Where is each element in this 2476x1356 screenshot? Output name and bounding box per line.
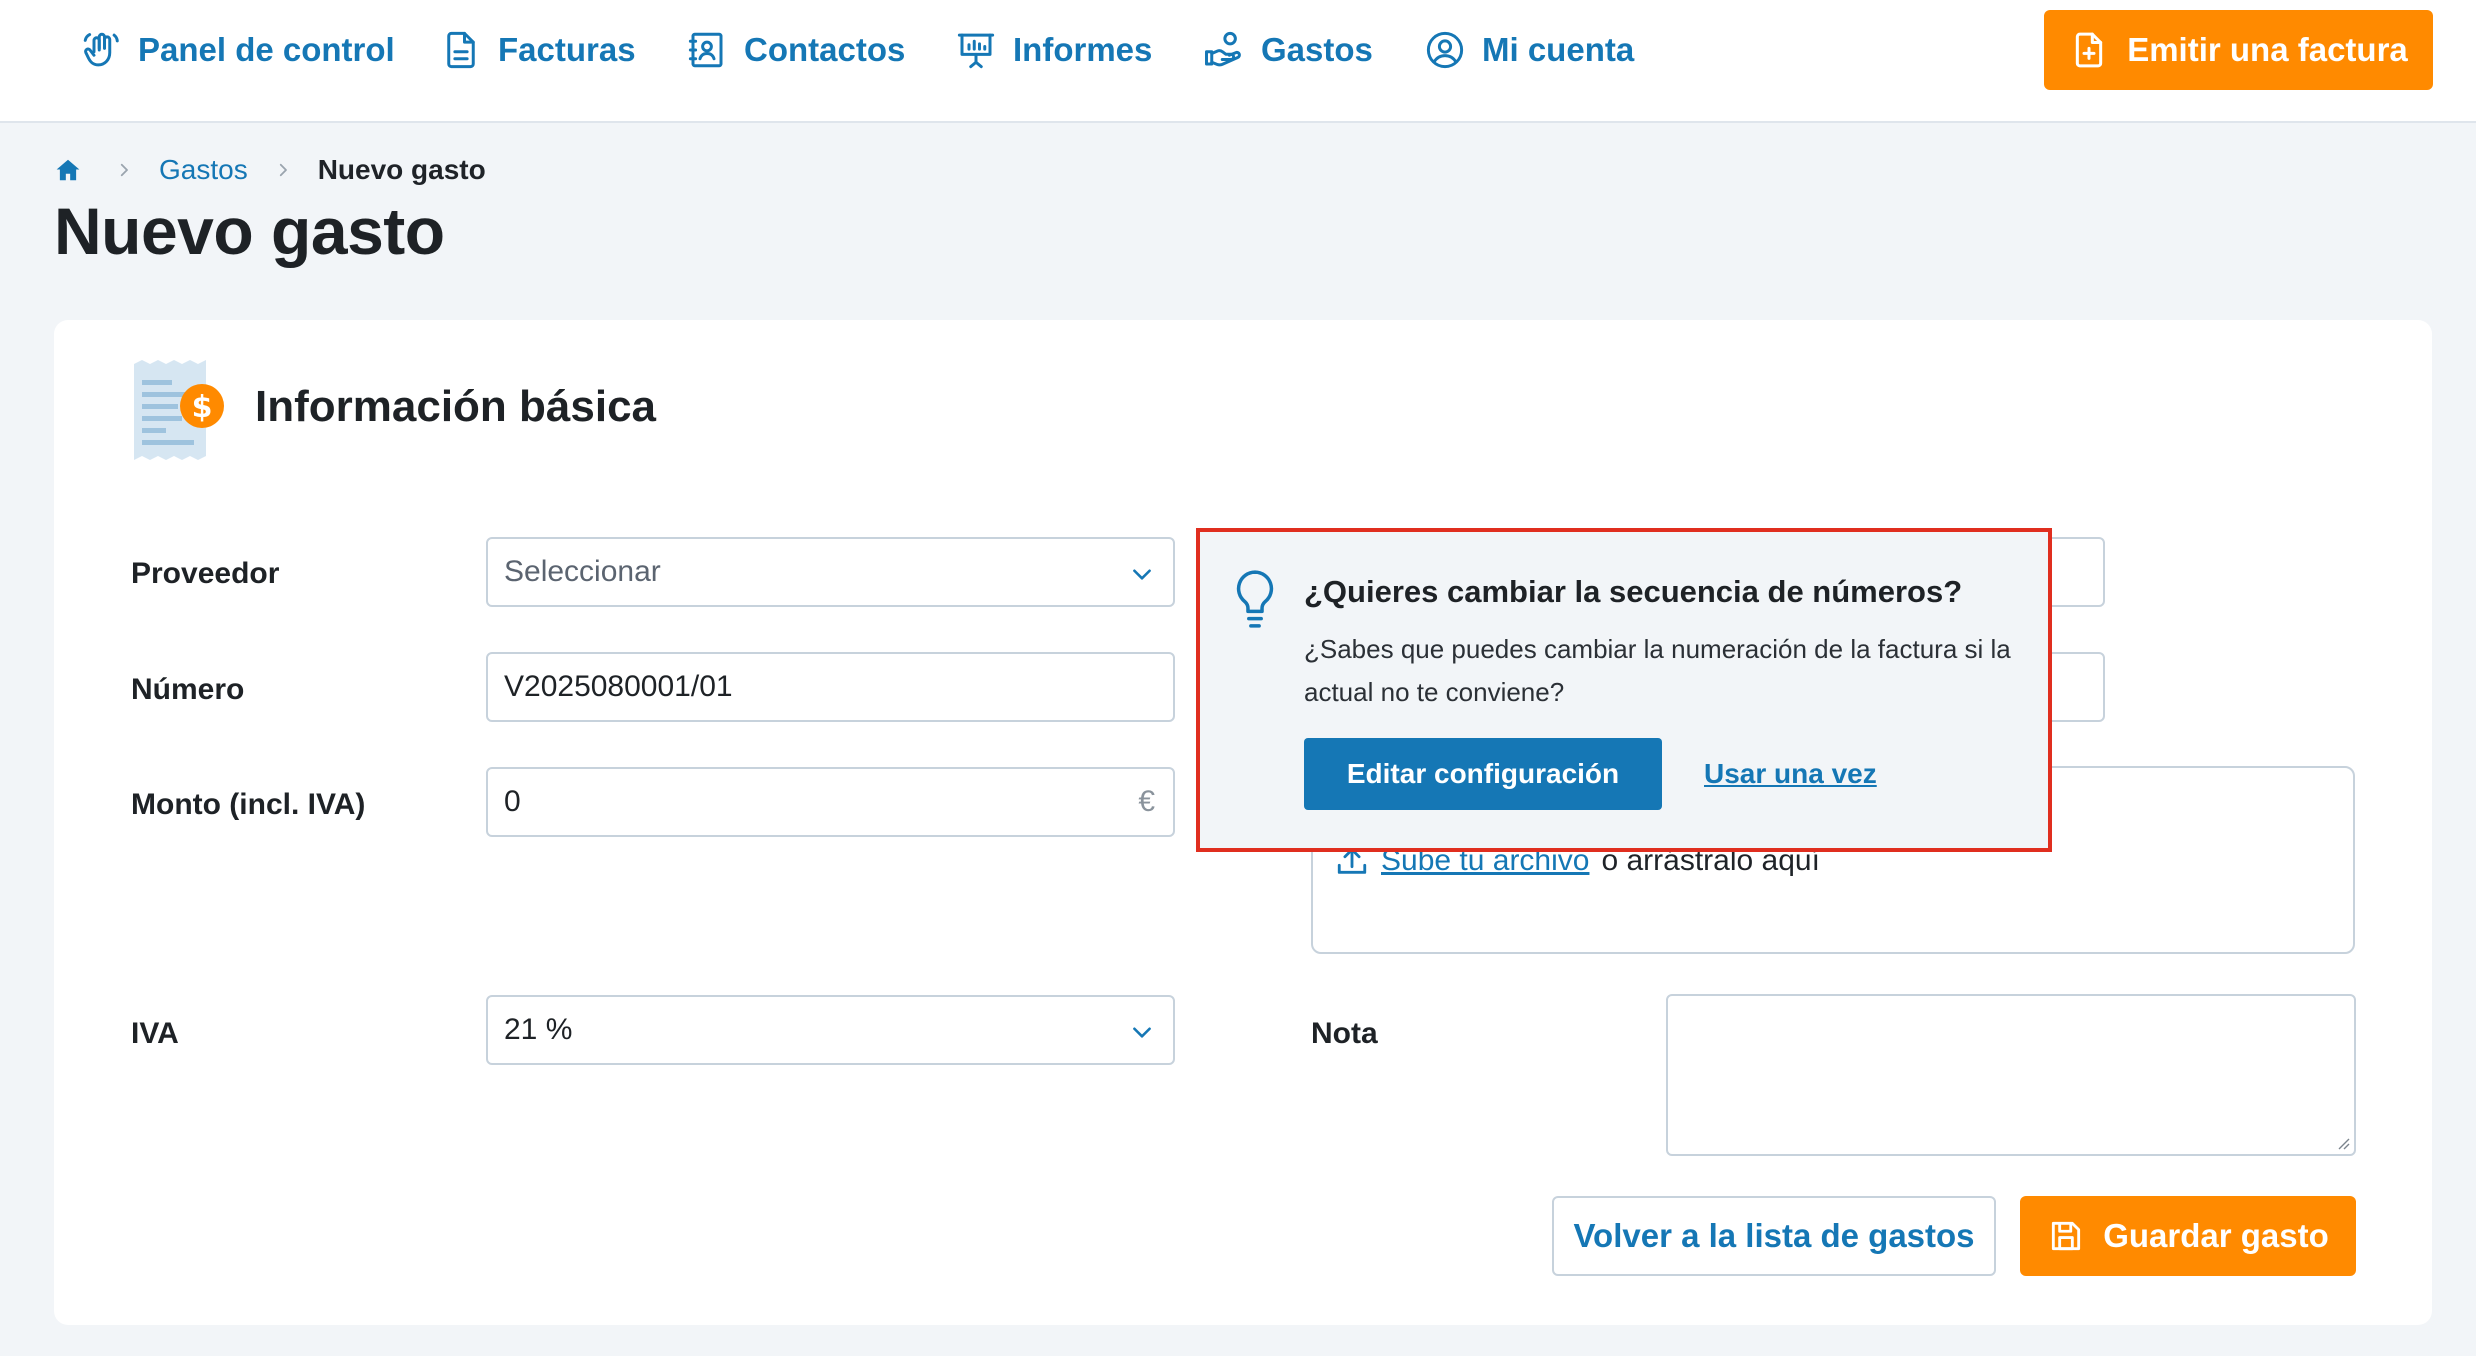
receipt-dollar-icon: $ [134, 360, 224, 460]
user-circle-icon [1426, 31, 1464, 69]
nav-label: Contactos [744, 31, 906, 68]
chevron-down-icon [1133, 569, 1151, 580]
nav-item-gastos[interactable]: Gastos [1203, 26, 1373, 74]
monto-field[interactable]: 0 € [486, 767, 1175, 837]
top-navigation: Panel de control Facturas Contactos Info… [0, 0, 2476, 123]
nav-label: Facturas [498, 31, 636, 68]
emit-invoice-label: Emitir una factura [2127, 31, 2408, 68]
page-title: Nuevo gasto [54, 194, 445, 268]
proveedor-select[interactable]: Seleccionar [486, 537, 1175, 607]
resize-grip-icon[interactable] [2336, 1136, 2350, 1150]
home-icon[interactable] [55, 157, 81, 183]
breadcrumb-current: Nuevo gasto [317, 154, 486, 185]
nota-label: Nota [1311, 1017, 1378, 1050]
save-label: Guardar gasto [2103, 1217, 2329, 1254]
numero-field[interactable]: V2025080001/01 [486, 652, 1175, 722]
section-title: Información básica [255, 382, 657, 431]
presentation-chart-icon [957, 33, 995, 69]
proveedor-label: Proveedor [131, 557, 280, 590]
monto-value: 0 [504, 785, 521, 818]
nav-label: Gastos [1261, 31, 1373, 68]
svg-text:$: $ [192, 390, 213, 425]
numbering-tip-popover: ¿Quieres cambiar la secuencia de números… [1196, 528, 2052, 852]
iva-label: IVA [131, 1017, 179, 1050]
popover-title: ¿Quieres cambiar la secuencia de números… [1304, 574, 1963, 609]
nota-textarea[interactable] [1666, 994, 2356, 1156]
iva-value: 21 % [504, 1013, 573, 1046]
proveedor-placeholder: Seleccionar [504, 555, 661, 588]
document-icon [447, 31, 475, 69]
chevron-right-icon [120, 163, 128, 177]
nav-label: Panel de control [138, 31, 395, 68]
contact-book-icon [688, 32, 723, 68]
nav-item-mi-cuenta[interactable]: Mi cuenta [1424, 26, 1634, 74]
lightbulb-icon [1236, 570, 1274, 628]
nav-item-facturas[interactable]: Facturas [440, 26, 636, 74]
hand-wave-icon [83, 32, 119, 67]
nav-item-panel-de-control[interactable]: Panel de control [80, 26, 395, 74]
iva-select[interactable]: 21 % [486, 995, 1175, 1065]
emit-invoice-button[interactable]: Emitir una factura [2044, 10, 2433, 90]
save-expense-button[interactable]: Guardar gasto [2020, 1196, 2356, 1276]
back-to-expenses-button[interactable]: Volver a la lista de gastos [1552, 1196, 1996, 1276]
numero-label: Número [131, 673, 245, 706]
popover-body: ¿Sabes que puedes cambiar la numeración … [1304, 634, 2011, 707]
nav-label: Mi cuenta [1482, 31, 1635, 68]
hand-coin-icon [1205, 31, 1241, 67]
euro-suffix: € [1138, 785, 1155, 818]
monto-label: Monto (incl. IVA) [131, 788, 366, 821]
breadcrumb: Gastos Nuevo gasto [55, 150, 486, 190]
chevron-right-icon [279, 163, 287, 177]
add-document-icon [2076, 32, 2103, 68]
use-once-link[interactable]: Usar una vez [1704, 758, 1877, 790]
numero-value: V2025080001/01 [504, 670, 733, 703]
edit-settings-button[interactable]: Editar configuración [1304, 738, 1662, 810]
breadcrumb-gastos[interactable]: Gastos [159, 154, 248, 186]
nav-item-contactos[interactable]: Contactos [686, 26, 905, 74]
save-icon [2052, 1221, 2081, 1251]
nav-item-informes[interactable]: Informes [955, 26, 1152, 74]
nav-label: Informes [1013, 31, 1153, 68]
back-label: Volver a la lista de gastos [1573, 1217, 1975, 1254]
chevron-down-icon [1133, 1027, 1151, 1038]
